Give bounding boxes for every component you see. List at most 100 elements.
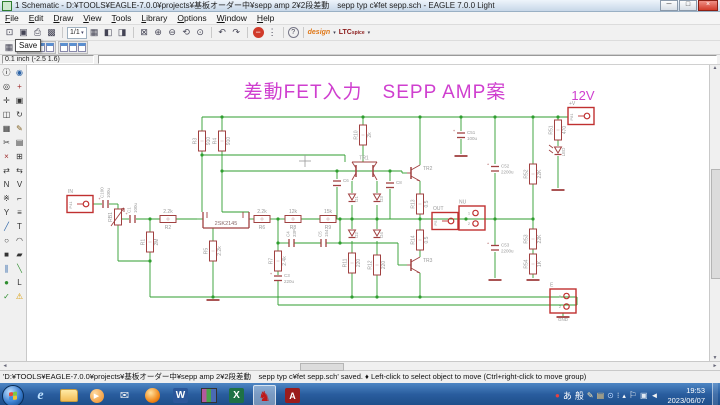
- component-R51[interactable]: R51 470: [549, 119, 569, 141]
- replace-icon[interactable]: ⇆: [13, 164, 26, 178]
- component-TR2[interactable]: TR2: [407, 164, 433, 182]
- winrar-icon[interactable]: [197, 385, 220, 405]
- component-C51[interactable]: + C51100u: [453, 128, 478, 141]
- start-button[interactable]: [2, 384, 24, 405]
- frame-thumbnail[interactable]: [78, 43, 86, 52]
- polygon-icon[interactable]: ▰: [13, 248, 26, 262]
- save-icon[interactable]: ▣: [17, 26, 30, 39]
- component-R52[interactable]: R52 22K: [524, 163, 544, 185]
- command-input[interactable]: [98, 55, 717, 64]
- close-button[interactable]: ×: [698, 0, 718, 11]
- component-2SK2145[interactable]: 2SK2145: [202, 212, 250, 229]
- component-R13[interactable]: R13 0.5: [411, 193, 431, 215]
- mark-icon[interactable]: +: [13, 80, 26, 94]
- component-R8[interactable]: R812k: [284, 209, 302, 231]
- stop-icon[interactable]: −: [252, 27, 264, 38]
- component-C100[interactable]: +C100 100u: [98, 187, 111, 208]
- menu-file[interactable]: File: [0, 13, 24, 23]
- component-TR1[interactable]: TR1: [351, 156, 378, 181]
- zoom-fit-icon[interactable]: ⊠: [138, 26, 151, 39]
- component-C3[interactable]: + C3220u: [270, 271, 295, 284]
- firefox-icon[interactable]: [141, 385, 164, 405]
- menu-options[interactable]: Options: [172, 13, 211, 23]
- info-icon[interactable]: ⓘ: [0, 66, 13, 80]
- component-P51[interactable]: P51 OUT: [431, 206, 459, 231]
- designlink-button[interactable]: design: [308, 29, 331, 36]
- horizontal-scrollbar[interactable]: ◄ ►: [0, 361, 720, 371]
- maximize-button[interactable]: □: [679, 0, 697, 11]
- cut-icon[interactable]: ✂: [0, 136, 13, 150]
- copy-icon[interactable]: ▣: [13, 94, 26, 108]
- redo-icon[interactable]: ↷: [230, 26, 243, 39]
- group-icon[interactable]: ▦: [0, 122, 13, 136]
- mirror-icon[interactable]: ◫: [0, 108, 13, 122]
- component-R3[interactable]: R3 910: [193, 130, 213, 152]
- menu-edit[interactable]: Edit: [24, 13, 49, 23]
- grid-settings-icon[interactable]: ▦: [3, 42, 15, 53]
- schematic-drawing[interactable]: R3 910 R4 910 R10 2k R13 0.5 R14 0.5 R11 220 R12 220 R…: [27, 65, 709, 361]
- show-icon[interactable]: ◎: [0, 80, 13, 94]
- smash-icon[interactable]: ※: [0, 192, 13, 206]
- net-icon[interactable]: ╲: [13, 262, 26, 276]
- eagle-icon[interactable]: ♞: [253, 385, 276, 405]
- display-icon[interactable]: ◉: [13, 66, 26, 80]
- zoom-redraw-icon[interactable]: ⟲: [180, 26, 193, 39]
- arc-icon[interactable]: ◠: [13, 234, 26, 248]
- ime-pen-icon[interactable]: ✎: [587, 391, 594, 400]
- vertical-scrollbar[interactable]: ▲ ▼: [709, 65, 720, 361]
- mail-icon[interactable]: ✉: [113, 385, 136, 405]
- frame-thumbnail[interactable]: [69, 43, 77, 52]
- paste-icon[interactable]: ▤: [13, 136, 26, 150]
- component-TR3[interactable]: TR3: [407, 256, 433, 274]
- vertical-scroll-thumb[interactable]: [711, 169, 720, 279]
- go-icon[interactable]: ⋮: [266, 26, 279, 39]
- component-P81[interactable]: P81+V: [567, 101, 595, 126]
- ime-mode-indicator[interactable]: 般: [575, 389, 584, 402]
- erc-icon[interactable]: ✓: [0, 290, 13, 304]
- component-C6[interactable]: C6: [333, 178, 349, 187]
- menu-window[interactable]: Window: [212, 13, 252, 23]
- excel-icon[interactable]: X: [225, 385, 248, 405]
- horizontal-scroll-thumb[interactable]: [300, 363, 344, 371]
- component-R1[interactable]: R1 2M: [141, 231, 161, 253]
- layer-color-icon[interactable]: ◨: [116, 26, 129, 39]
- scroll-right-icon[interactable]: ►: [710, 362, 720, 370]
- rotate-icon[interactable]: ↻: [13, 108, 26, 122]
- ie-icon[interactable]: e: [29, 385, 52, 405]
- schematic-wires[interactable]: [93, 116, 578, 316]
- component-D4[interactable]: D4: [372, 229, 385, 239]
- wire-icon[interactable]: ╱: [0, 220, 13, 234]
- zoom-out-icon[interactable]: ⊖: [166, 26, 179, 39]
- miter-icon[interactable]: ⌐: [13, 192, 26, 206]
- schematic-canvas[interactable]: R3 910 R4 910 R10 2k R13 0.5 R14 0.5 R11 220 R12 220 R…: [27, 65, 709, 361]
- zoom-in-icon[interactable]: ⊕: [152, 26, 165, 39]
- component-R12[interactable]: R12 220: [368, 254, 388, 276]
- pinswap-icon[interactable]: ⇄: [0, 164, 13, 178]
- menu-tools[interactable]: Tools: [107, 13, 137, 23]
- circle-icon[interactable]: ○: [0, 234, 13, 248]
- component-R2[interactable]: R2 2.2k: [159, 209, 177, 231]
- sheet-combo[interactable]: 1/1 ▾: [67, 26, 87, 39]
- delete-icon[interactable]: ×: [0, 150, 13, 164]
- component-R11[interactable]: R11 220: [343, 252, 363, 274]
- component-D1[interactable]: D1: [347, 193, 360, 203]
- component-C1[interactable]: +C1 100u: [125, 202, 138, 223]
- menu-draw[interactable]: Draw: [48, 13, 78, 23]
- component-R7[interactable]: R7 2.4k: [269, 250, 289, 272]
- label-icon[interactable]: L: [13, 276, 26, 290]
- component-R53[interactable]: R53 22K: [524, 228, 544, 250]
- change-icon[interactable]: ✎: [13, 122, 26, 136]
- component-C8[interactable]: C8: [386, 180, 402, 189]
- ime-lang-icon[interactable]: ●: [555, 391, 560, 400]
- ltcspice-button[interactable]: LTCspice: [339, 29, 365, 36]
- menu-view[interactable]: View: [78, 13, 106, 23]
- component-R10[interactable]: R10 2k: [354, 124, 374, 146]
- component-R4[interactable]: R4 910: [213, 130, 233, 152]
- split-icon[interactable]: Y: [0, 206, 13, 220]
- grid-icon[interactable]: ▦: [88, 26, 101, 39]
- media-player-icon[interactable]: ▶: [85, 385, 108, 405]
- add-icon[interactable]: ⊞: [13, 150, 26, 164]
- component-R14[interactable]: R14 0.5: [411, 229, 431, 251]
- component-R6[interactable]: R6 2.2k: [253, 209, 271, 231]
- junction-icon[interactable]: ●: [0, 276, 13, 290]
